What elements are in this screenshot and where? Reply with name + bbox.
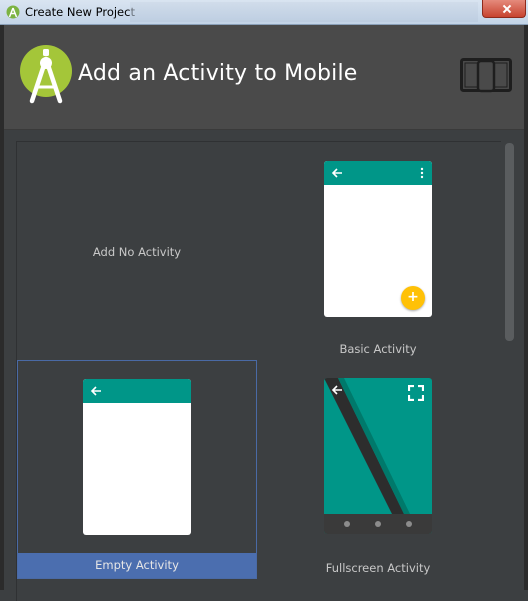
fullscreen-diagonal [324, 378, 410, 514]
window-titlebar: Create New Project [0, 0, 528, 25]
gallery-scrollbar[interactable] [503, 141, 517, 590]
tile-label: Add No Activity [92, 245, 182, 259]
system-nav-bar [324, 514, 432, 534]
empty-activity-preview [83, 379, 191, 535]
page-title: Add an Activity to Mobile [78, 61, 358, 86]
overflow-menu-icon [420, 167, 424, 179]
app-bar [83, 379, 191, 403]
back-arrow-icon [331, 385, 342, 395]
activity-gallery: Add No Activity + Basic Activity Empty A… [16, 141, 501, 601]
plus-icon: + [401, 286, 425, 310]
background-window-strip [130, 2, 478, 22]
nav-recents-dot [406, 521, 412, 527]
basic-activity-preview: + [324, 161, 432, 317]
app-bar [324, 161, 432, 185]
android-studio-logo [20, 45, 72, 104]
back-arrow-icon [331, 168, 342, 178]
window-title: Create New Project [25, 5, 135, 19]
nav-home-dot [375, 521, 381, 527]
phone-tablet-icon [460, 58, 512, 93]
activity-gallery-area: Add No Activity + Basic Activity Empty A… [4, 131, 524, 601]
tile-add-no-activity[interactable]: Add No Activity [17, 142, 257, 360]
android-studio-icon [6, 5, 20, 19]
tile-empty-activity[interactable]: Empty Activity [17, 360, 257, 579]
nav-back-dot [344, 521, 350, 527]
scrollbar-thumb[interactable] [505, 143, 514, 341]
fullscreen-activity-preview [324, 378, 432, 534]
tile-label: Basic Activity [339, 342, 417, 356]
tile-label: Empty Activity [18, 553, 256, 578]
tile-basic-activity[interactable]: + Basic Activity [258, 142, 498, 360]
close-window-button[interactable] [482, 0, 526, 18]
back-arrow-icon [90, 386, 101, 396]
expand-icon [408, 385, 424, 401]
tile-fullscreen-activity[interactable]: Fullscreen Activity [258, 360, 498, 578]
window-frame-right [524, 25, 528, 590]
tile-label: Fullscreen Activity [325, 561, 431, 575]
wizard-header: Add an Activity to Mobile [4, 25, 524, 130]
